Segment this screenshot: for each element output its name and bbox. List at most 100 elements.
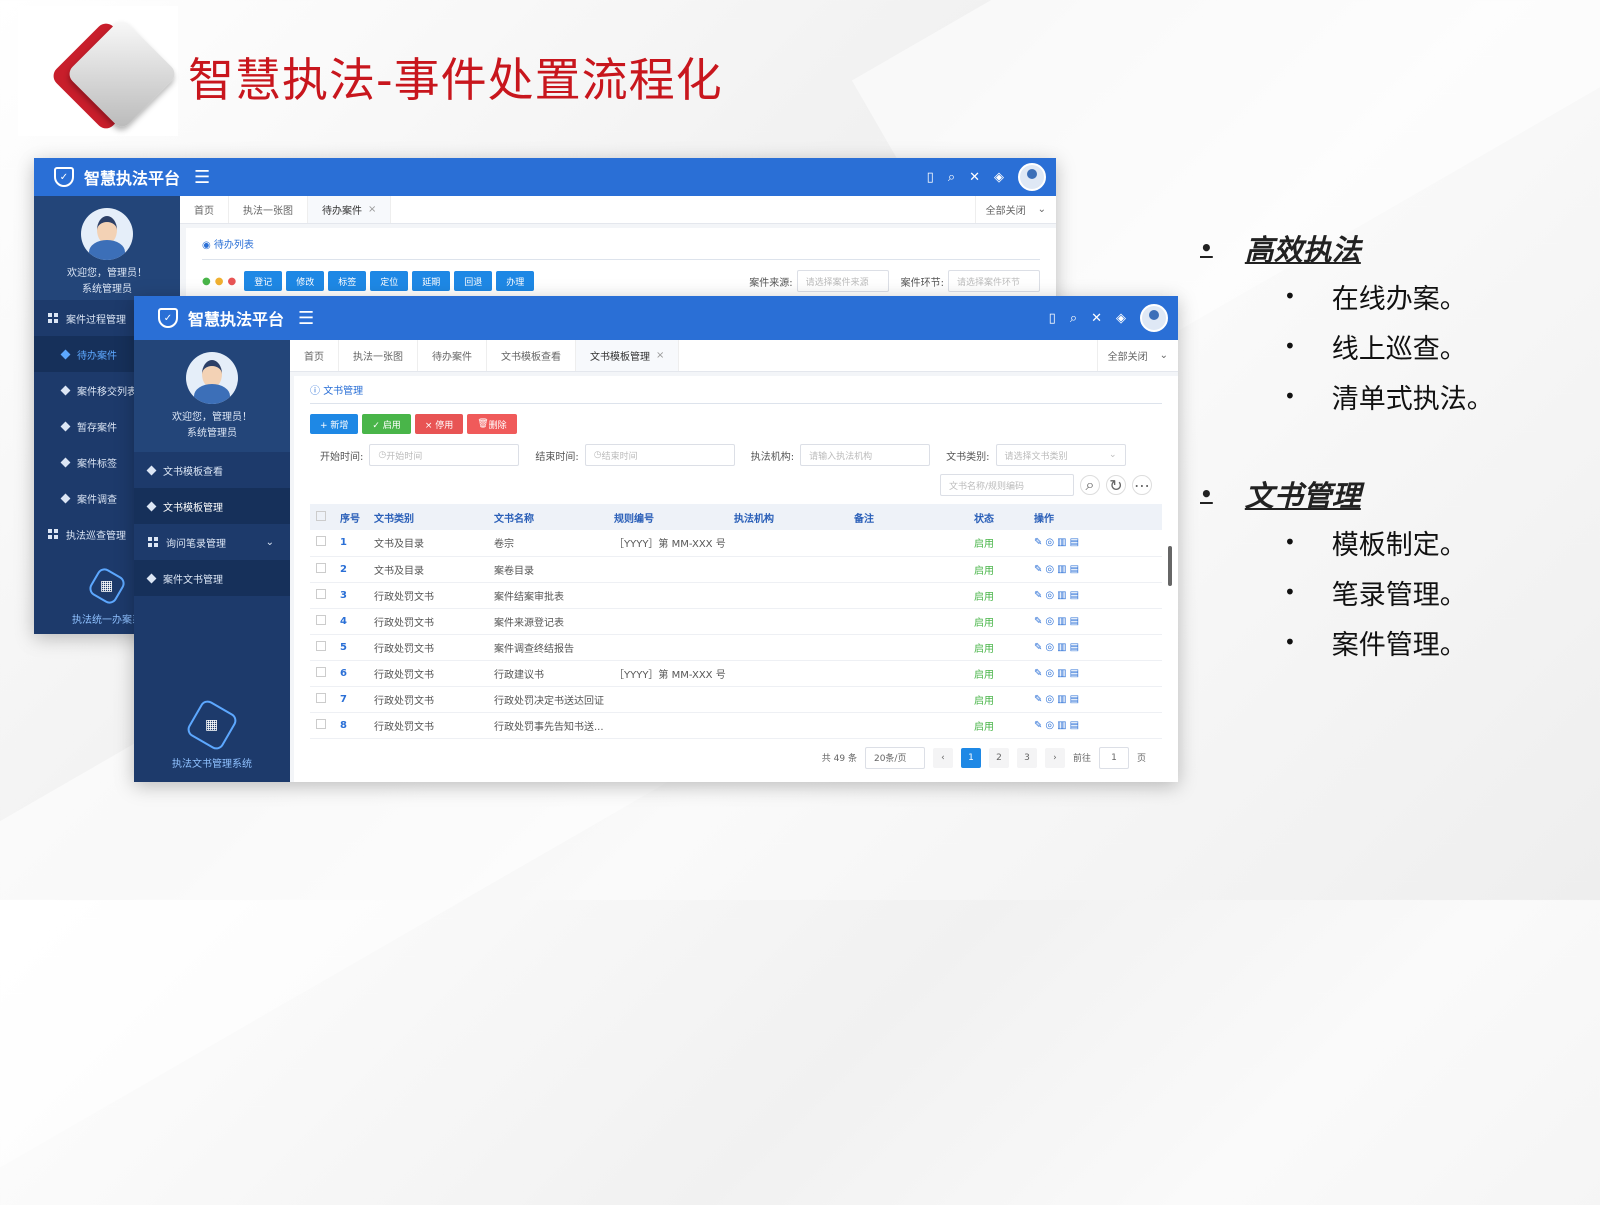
document-icon[interactable]: ▤ [1070, 564, 1082, 575]
process-button[interactable]: 办理 [496, 271, 535, 291]
next-page-button[interactable]: › [1044, 747, 1065, 768]
chevron-down-icon[interactable]: ⌄ [1038, 204, 1046, 215]
header-doc-type[interactable]: 文书类别 [368, 504, 488, 530]
table-row[interactable]: 4 行政处罚文书 案件来源登记表 启用 ✎◎▥▤ [310, 608, 1162, 635]
row-checkbox[interactable] [310, 712, 334, 739]
menu-item-case-documents[interactable]: 案件文书管理 [134, 560, 290, 596]
edit-icon[interactable]: ✎ [1034, 668, 1045, 679]
goto-page-input[interactable]: 1 [1098, 746, 1129, 769]
delete-icon[interactable]: ▥ [1057, 564, 1069, 575]
edit-icon[interactable]: ✎ [1034, 694, 1045, 705]
end-time-input[interactable]: ◷ 结束时间 [584, 444, 735, 466]
scrollbar-thumb[interactable] [1168, 546, 1172, 586]
theme-icon[interactable]: ◈ [1116, 311, 1126, 326]
org-input[interactable]: 请输入执法机构 [800, 444, 931, 466]
table-row[interactable]: 6 行政处罚文书 行政建议书 ［YYYY］第 MM-XXX 号启用 ✎◎▥▤ [310, 660, 1162, 687]
document-icon[interactable]: ▤ [1070, 668, 1082, 679]
tab-template-manage[interactable]: 文书模板管理 × [576, 340, 680, 371]
view-icon[interactable]: ◎ [1045, 564, 1057, 575]
tab-home[interactable]: 首页 [290, 340, 339, 371]
fullscreen-icon[interactable]: ✕ [1091, 311, 1102, 326]
search-icon[interactable]: ⌕ [1070, 311, 1077, 326]
header-status[interactable]: 状态 [968, 504, 1028, 530]
row-checkbox[interactable] [310, 582, 334, 609]
delete-icon[interactable]: ▥ [1057, 668, 1069, 679]
document-icon[interactable]: ▤ [1070, 616, 1082, 627]
delete-icon[interactable]: ▥ [1057, 537, 1069, 548]
close-icon[interactable]: × [656, 350, 664, 361]
document-icon[interactable]: ▤ [1070, 590, 1082, 601]
document-icon[interactable]: ▤ [1070, 642, 1082, 653]
fullscreen-icon[interactable]: ✕ [969, 170, 980, 185]
row-checkbox[interactable] [310, 686, 334, 713]
menu-toggle-icon[interactable]: ☰ [298, 308, 314, 329]
table-row[interactable]: 7 行政处罚文书 行政处罚决定书送达回证 启用 ✎◎▥▤ [310, 686, 1162, 713]
row-checkbox[interactable] [310, 556, 334, 583]
close-all-button[interactable]: 全部关闭 [986, 202, 1026, 217]
edit-icon[interactable]: ✎ [1034, 564, 1045, 575]
search-input[interactable]: 文书名称/规则编码 [940, 474, 1074, 496]
mobile-icon[interactable]: ▯ [927, 170, 934, 185]
tab-pending-cases[interactable]: 待办案件 × [308, 196, 392, 223]
delete-icon[interactable]: ▥ [1057, 616, 1069, 627]
view-icon[interactable]: ◎ [1045, 720, 1057, 731]
refresh-icon[interactable]: ↻ [1106, 475, 1126, 495]
document-icon[interactable]: ▤ [1070, 537, 1082, 548]
view-icon[interactable]: ◎ [1045, 642, 1057, 653]
view-icon[interactable]: ◎ [1045, 668, 1057, 679]
delete-icon[interactable]: ▥ [1057, 590, 1069, 601]
edit-icon[interactable]: ✎ [1034, 616, 1045, 627]
user-avatar[interactable] [1140, 304, 1168, 332]
source-select[interactable]: 请选择案件来源 [796, 270, 889, 292]
more-icon[interactable]: ⋯ [1132, 475, 1152, 495]
table-row[interactable]: 3 行政处罚文书 案件结案审批表 启用 ✎◎▥▤ [310, 582, 1162, 609]
tab-pending-cases[interactable]: 待办案件 [418, 340, 487, 371]
delete-icon[interactable]: ▥ [1057, 642, 1069, 653]
edit-icon[interactable]: ✎ [1034, 590, 1045, 601]
extend-button[interactable]: 延期 [412, 271, 451, 291]
table-row[interactable]: 2 文书及目录 案卷目录 启用 ✎◎▥▤ [310, 556, 1162, 583]
tab-home[interactable]: 首页 [180, 196, 229, 223]
close-icon[interactable]: × [368, 204, 376, 215]
row-checkbox[interactable] [310, 608, 334, 635]
theme-icon[interactable]: ◈ [994, 170, 1004, 185]
menu-group-inquiry-records[interactable]: 询问笔录管理 ⌄ [134, 524, 290, 560]
enable-button[interactable]: ✓ 启用 [362, 414, 411, 434]
header-remark[interactable]: 备注 [848, 504, 968, 530]
header-rule-code[interactable]: 规则编号 [608, 504, 728, 530]
doc-type-select[interactable]: 请选择文书类别 ⌄ [995, 444, 1126, 466]
prev-page-button[interactable]: ‹ [932, 747, 953, 768]
table-row[interactable]: 8 行政处罚文书 行政处罚事先告知书送... 启用 ✎◎▥▤ [310, 712, 1162, 739]
menu-item-template-manage[interactable]: 文书模板管理 [134, 488, 290, 524]
table-row[interactable]: 5 行政处罚文书 案件调查终结报告 启用 ✎◎▥▤ [310, 634, 1162, 661]
close-all-button[interactable]: 全部关闭 [1108, 348, 1148, 363]
chevron-down-icon[interactable]: ⌄ [1160, 350, 1168, 361]
delete-button[interactable]: 🗑 删除 [467, 414, 517, 434]
page-3-button[interactable]: 3 [1016, 747, 1037, 768]
stage-select[interactable]: 请选择案件环节 [948, 270, 1040, 292]
menu-item-template-view[interactable]: 文书模板查看 [134, 452, 290, 488]
view-icon[interactable]: ◎ [1045, 537, 1057, 548]
menu-toggle-icon[interactable]: ☰ [194, 167, 210, 188]
delete-icon[interactable]: ▥ [1057, 694, 1069, 705]
search-icon[interactable]: ⌕ [1080, 475, 1100, 495]
search-icon[interactable]: ⌕ [948, 170, 955, 185]
document-icon[interactable]: ▤ [1070, 720, 1082, 731]
edit-icon[interactable]: ✎ [1034, 720, 1045, 731]
disable-button[interactable]: × 停用 [414, 414, 464, 434]
row-checkbox[interactable] [310, 530, 334, 557]
view-icon[interactable]: ◎ [1045, 616, 1057, 627]
tag-button[interactable]: 标签 [328, 271, 367, 291]
row-checkbox[interactable] [310, 660, 334, 687]
rollback-button[interactable]: 回退 [454, 271, 493, 291]
edit-icon[interactable]: ✎ [1034, 537, 1045, 548]
mobile-icon[interactable]: ▯ [1049, 311, 1056, 326]
header-index[interactable]: 序号 [334, 504, 368, 530]
user-avatar[interactable] [1018, 163, 1046, 191]
tab-enforcement-map[interactable]: 执法一张图 [229, 196, 308, 223]
edit-icon[interactable]: ✎ [1034, 642, 1045, 653]
header-org[interactable]: 执法机构 [728, 504, 848, 530]
add-button[interactable]: + 新增 [310, 414, 359, 434]
page-1-button[interactable]: 1 [960, 747, 981, 768]
row-checkbox[interactable] [310, 634, 334, 661]
